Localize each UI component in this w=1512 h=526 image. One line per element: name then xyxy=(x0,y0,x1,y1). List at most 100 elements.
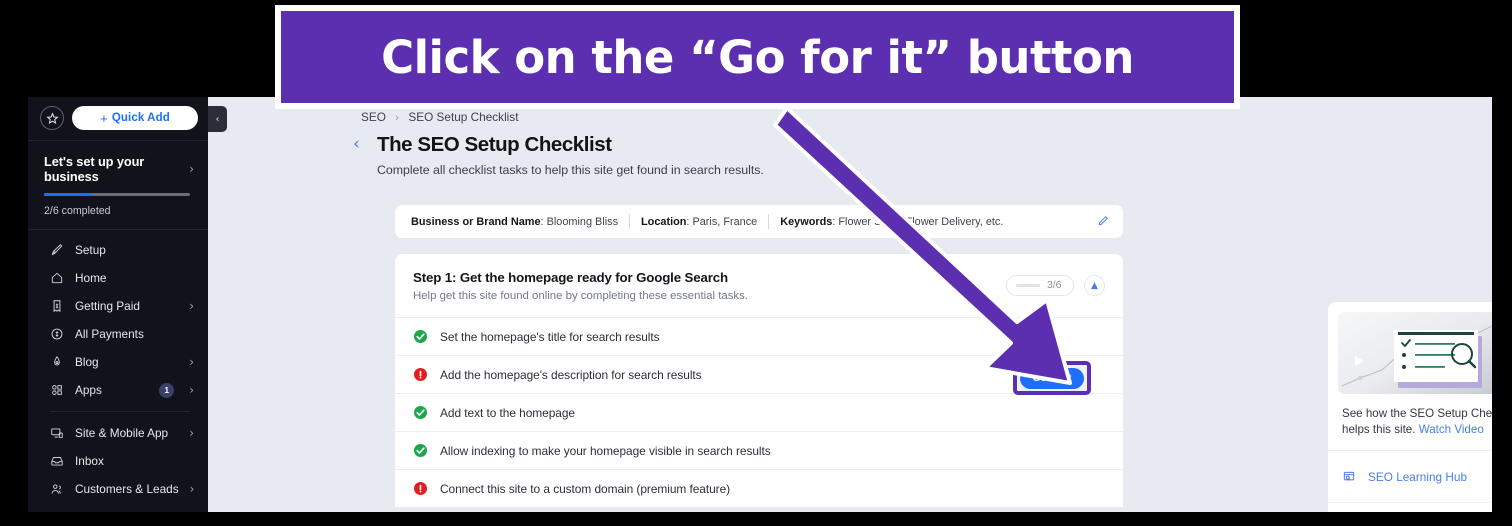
play-icon[interactable] xyxy=(1355,356,1364,366)
watch-video-link[interactable]: Watch Video xyxy=(1419,423,1484,436)
sidebar-item-site-mobile-app[interactable]: Site & Mobile App › xyxy=(28,419,208,447)
task-row[interactable]: Set the homepage's title for search resu… xyxy=(395,317,1123,355)
people-icon xyxy=(50,482,64,496)
setup-progress-label: 2/6 completed xyxy=(44,205,111,217)
screenshot-root: + Quick Add Let's set up your business ›… xyxy=(0,0,1512,526)
location-label: Location xyxy=(641,215,687,228)
sidebar-item-label: Blog xyxy=(75,355,99,369)
inbox-icon xyxy=(50,454,64,468)
sidebar-collapse-button[interactable]: ‹ xyxy=(208,106,227,132)
chevron-right-icon: › xyxy=(189,299,194,313)
quick-add-label: Quick Add xyxy=(111,112,170,124)
instruction-banner: Click on the “Go for it” button xyxy=(275,5,1240,109)
task-label: Connect this site to a custom domain (pr… xyxy=(440,481,731,496)
link-label: SEO Learning Hub xyxy=(1368,469,1468,484)
main-content: SEO › SEO Setup Checklist ‹ The SEO Setu… xyxy=(208,97,1492,512)
divider xyxy=(50,411,190,412)
breadcrumb-current[interactable]: SEO Setup Checklist xyxy=(408,110,518,124)
chevron-right-icon: › xyxy=(189,426,194,440)
apps-badge-count: 1 xyxy=(159,382,175,398)
check-circle-icon xyxy=(414,444,427,457)
apps-grid-icon xyxy=(50,383,64,397)
megaphone-icon xyxy=(50,510,64,512)
chevron-right-icon: › xyxy=(189,482,195,496)
divider xyxy=(768,214,770,229)
sidebar-item-label: Customers & Leads xyxy=(75,482,179,496)
chevron-up-icon[interactable]: ▲ xyxy=(1084,275,1105,296)
page-subtitle: Complete all checklist tasks to help thi… xyxy=(377,163,764,177)
seo-help-panel: 1:12 See how the SEO Setup Checklist hel… xyxy=(1328,302,1492,512)
page-title: The SEO Setup Checklist xyxy=(377,133,612,156)
step-header: Step 1: Get the homepage ready for Googl… xyxy=(395,254,1123,317)
keywords-label: Keywords xyxy=(780,215,833,228)
star-outline-icon[interactable] xyxy=(40,106,64,130)
step-description: Help get this site found online by compl… xyxy=(413,290,748,302)
sidebar-item-getting-paid[interactable]: Getting Paid › xyxy=(28,292,208,320)
chevron-right-icon: › xyxy=(189,162,194,176)
sidebar-item-setup[interactable]: Setup xyxy=(28,236,208,264)
setup-title: Let's set up your business xyxy=(44,154,145,184)
pen-nib-icon xyxy=(50,355,64,369)
sidebar-item-marketing[interactable]: Marketing › xyxy=(28,503,208,512)
task-row[interactable]: Allow indexing to make your homepage vis… xyxy=(395,431,1123,469)
go-for-it-button[interactable]: Go for it xyxy=(1020,367,1084,389)
growth-chart-graphic xyxy=(1341,325,1492,388)
sidebar-item-all-payments[interactable]: All Payments xyxy=(28,320,208,348)
step-progress-count: 3/6 xyxy=(1047,280,1062,291)
sidebar-item-label: Setup xyxy=(75,243,106,257)
quick-add-button[interactable]: + Quick Add xyxy=(72,106,198,130)
chevron-left-icon: ‹ xyxy=(215,113,220,125)
video-preview[interactable]: 1:12 xyxy=(1328,302,1492,394)
sidebar: + Quick Add Let's set up your business ›… xyxy=(28,97,208,512)
pencil-icon[interactable] xyxy=(1097,214,1110,230)
app-window: + Quick Add Let's set up your business ›… xyxy=(28,97,1492,512)
breadcrumb-root[interactable]: SEO xyxy=(361,110,386,124)
sidebar-item-label: All Payments xyxy=(75,327,144,341)
chevron-right-icon: › xyxy=(189,511,194,512)
back-button[interactable]: ‹ xyxy=(353,134,377,154)
location-field: Location: Paris, France xyxy=(641,215,758,228)
task-label: Allow indexing to make your homepage vis… xyxy=(440,443,771,458)
progress-bar xyxy=(1016,284,1040,287)
check-circle-icon xyxy=(414,406,427,419)
task-row[interactable]: Connect this site to a custom domain (pr… xyxy=(395,469,1123,507)
book-search-icon xyxy=(1342,470,1356,484)
video-thumbnail[interactable]: 1:12 xyxy=(1338,312,1492,394)
task-label: Add the homepage's description for searc… xyxy=(440,367,702,382)
step-title: Step 1: Get the homepage ready for Googl… xyxy=(413,270,728,285)
task-row[interactable]: Add text to the homepage xyxy=(395,393,1123,431)
alert-circle-icon xyxy=(414,482,427,495)
plus-icon: + xyxy=(100,110,108,126)
monitor-mobile-icon xyxy=(50,426,64,440)
instruction-text: Click on the “Go for it” button xyxy=(381,30,1134,84)
task-label: Set the homepage's title for search resu… xyxy=(440,329,660,344)
keywords-field: Keywords: Flower Shop, Flower Delivery, … xyxy=(780,215,1004,228)
sidebar-item-customers-leads[interactable]: Customers & Leads › xyxy=(28,475,208,503)
panel-caption: See how the SEO Setup Checklist helps th… xyxy=(1328,394,1492,450)
rocket-icon xyxy=(50,243,64,257)
sidebar-item-label: Site & Mobile App xyxy=(75,426,169,440)
alert-circle-icon xyxy=(414,368,427,381)
step-progress-pill: 3/6 xyxy=(1006,275,1074,296)
sidebar-header: + Quick Add xyxy=(28,97,208,140)
keywords-value: Flower Shop, Flower Delivery, etc. xyxy=(838,215,1004,228)
page-header: ‹ The SEO Setup Checklist Complete all c… xyxy=(208,124,1492,178)
sidebar-item-home[interactable]: Home xyxy=(28,264,208,292)
sidebar-item-label: Apps xyxy=(75,383,102,397)
business-name-value: Blooming Bliss xyxy=(546,215,619,228)
setup-progress-block[interactable]: Let's set up your business › 2/6 complet… xyxy=(28,141,208,229)
seo-learning-hub-link[interactable]: SEO Learning Hub xyxy=(1328,450,1492,502)
sidebar-item-inbox[interactable]: Inbox xyxy=(28,447,208,475)
sidebar-item-label: Inbox xyxy=(75,454,104,468)
business-name-field: Business or Brand Name: Blooming Bliss xyxy=(411,215,619,228)
task-label: Add text to the homepage xyxy=(440,405,575,420)
chevron-right-icon: › xyxy=(394,110,400,124)
chevron-right-icon: › xyxy=(189,383,194,397)
sidebar-item-apps[interactable]: Apps 1 › xyxy=(28,376,208,404)
location-value: Paris, France xyxy=(692,215,758,228)
hire-seo-expert-link[interactable]: Hire an SEO expert xyxy=(1328,502,1492,512)
receipt-dollar-icon xyxy=(50,299,64,313)
check-circle-icon xyxy=(414,330,427,343)
sidebar-item-blog[interactable]: Blog › xyxy=(28,348,208,376)
progress-track xyxy=(44,193,190,196)
